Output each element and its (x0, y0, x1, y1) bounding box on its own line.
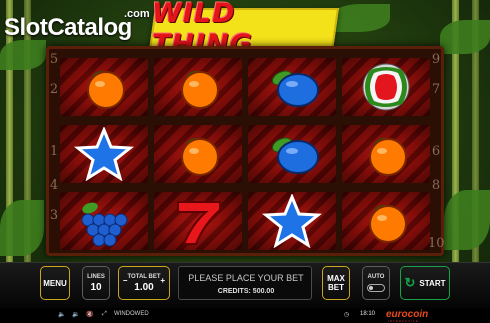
provider-sublabel: INTERACTIVE (388, 319, 419, 323)
reel-cell (248, 125, 336, 183)
blue-star-symbol-icon (261, 194, 323, 248)
grapes-symbol-icon (81, 202, 128, 247)
menu-label: MENU (43, 278, 67, 288)
payline-number: 3 (49, 208, 59, 223)
reel-cell (342, 58, 430, 116)
clock-text: 18:10 (360, 311, 376, 317)
max-bet-label: MAX (327, 274, 345, 283)
auto-label: AUTO (367, 274, 385, 280)
clock-icon: ◷ (344, 312, 350, 318)
payline-number: 5 (49, 52, 59, 67)
fullscreen-icon[interactable]: ⤢ (102, 311, 107, 318)
autoplay-toggle[interactable]: AUTO (362, 266, 390, 300)
reel-cell (60, 58, 148, 116)
reel-cell (154, 58, 242, 116)
game-logo: WILD THING (152, 0, 253, 60)
plum-symbol-icon (272, 70, 319, 107)
reel-cell (60, 125, 148, 183)
lines-value: 10 (90, 281, 102, 293)
volume-icon[interactable]: 🔉 (72, 311, 79, 318)
window-mode-label: WINDOWED (114, 311, 149, 317)
total-bet-control: – + TOTAL BET 1.00 (118, 266, 170, 300)
max-bet-button[interactable]: MAX BET (322, 266, 350, 300)
reel-cell (248, 58, 336, 116)
status-message: PLEASE PLACE YOUR BET (188, 273, 304, 283)
credits-display: CREDITS: 500.00 (179, 288, 313, 295)
reel-cell (60, 192, 148, 250)
payline-number: 4 (49, 178, 59, 193)
mute-icon[interactable]: 🔇 (86, 311, 93, 318)
bet-decrease-button[interactable]: – (123, 276, 127, 285)
menu-button[interactable]: MENU (40, 266, 70, 300)
toggle-switch-icon (367, 284, 385, 292)
orange-symbol-icon (87, 70, 125, 109)
reel-cell (154, 192, 242, 250)
orange-symbol-icon (369, 204, 407, 243)
reel-cell (342, 125, 430, 183)
sound-icon[interactable]: 🔈 (58, 311, 65, 318)
blue-star-symbol-icon (73, 127, 135, 181)
brand-suffix: .com (124, 8, 150, 20)
payline-number: 1 (49, 144, 59, 159)
watermelon-symbol-icon (362, 63, 410, 111)
reel-cell (248, 192, 336, 250)
payline-number: 2 (49, 82, 59, 97)
orange-symbol-icon (181, 137, 219, 176)
max-bet-label-2: BET (328, 283, 344, 292)
reel-cell (154, 125, 242, 183)
message-display: PLEASE PLACE YOUR BET CREDITS: 500.00 (178, 266, 312, 300)
credits-value: 500.00 (252, 288, 275, 295)
orange-symbol-icon (369, 137, 407, 176)
refresh-icon: ↻ (404, 275, 416, 290)
start-button[interactable]: ↻ START (400, 266, 450, 300)
total-bet-value: 1.00 (134, 281, 154, 293)
reels-grid (60, 58, 432, 250)
start-label: START (419, 278, 446, 288)
lines-selector[interactable]: LINES 10 (82, 266, 110, 300)
bet-increase-button[interactable]: + (160, 276, 165, 285)
reel-cell (342, 192, 430, 250)
lines-label: LINES (87, 273, 105, 280)
seven-symbol-icon (177, 201, 221, 245)
total-bet-label: TOTAL BET (127, 273, 161, 280)
brand-name: SlotCatalog (4, 14, 132, 41)
plum-symbol-icon (272, 137, 319, 174)
credits-label: CREDITS: (217, 288, 251, 295)
status-strip: 🔈 🔉 🔇 ⤢ WINDOWED ◷ 18:10 eurocoin INTERA… (0, 308, 490, 323)
orange-symbol-icon (181, 70, 219, 109)
